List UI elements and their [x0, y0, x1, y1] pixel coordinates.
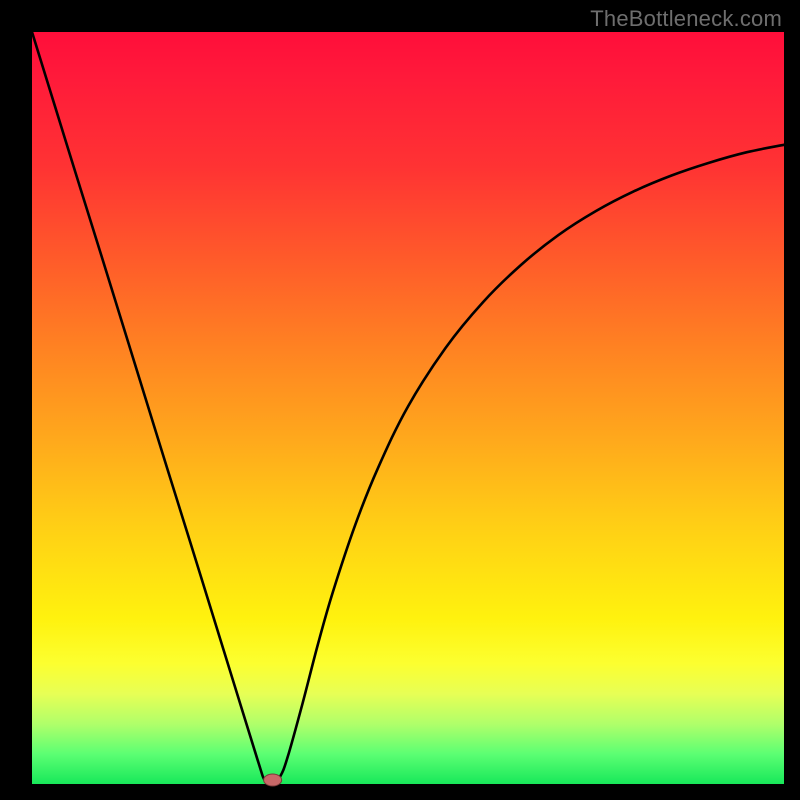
minimum-marker-icon [264, 774, 282, 786]
chart-frame: TheBottleneck.com [0, 0, 800, 800]
curve-path [32, 32, 784, 785]
bottleneck-curve [32, 32, 784, 784]
watermark-label: TheBottleneck.com [590, 6, 782, 32]
chart-plot-area [32, 32, 784, 784]
